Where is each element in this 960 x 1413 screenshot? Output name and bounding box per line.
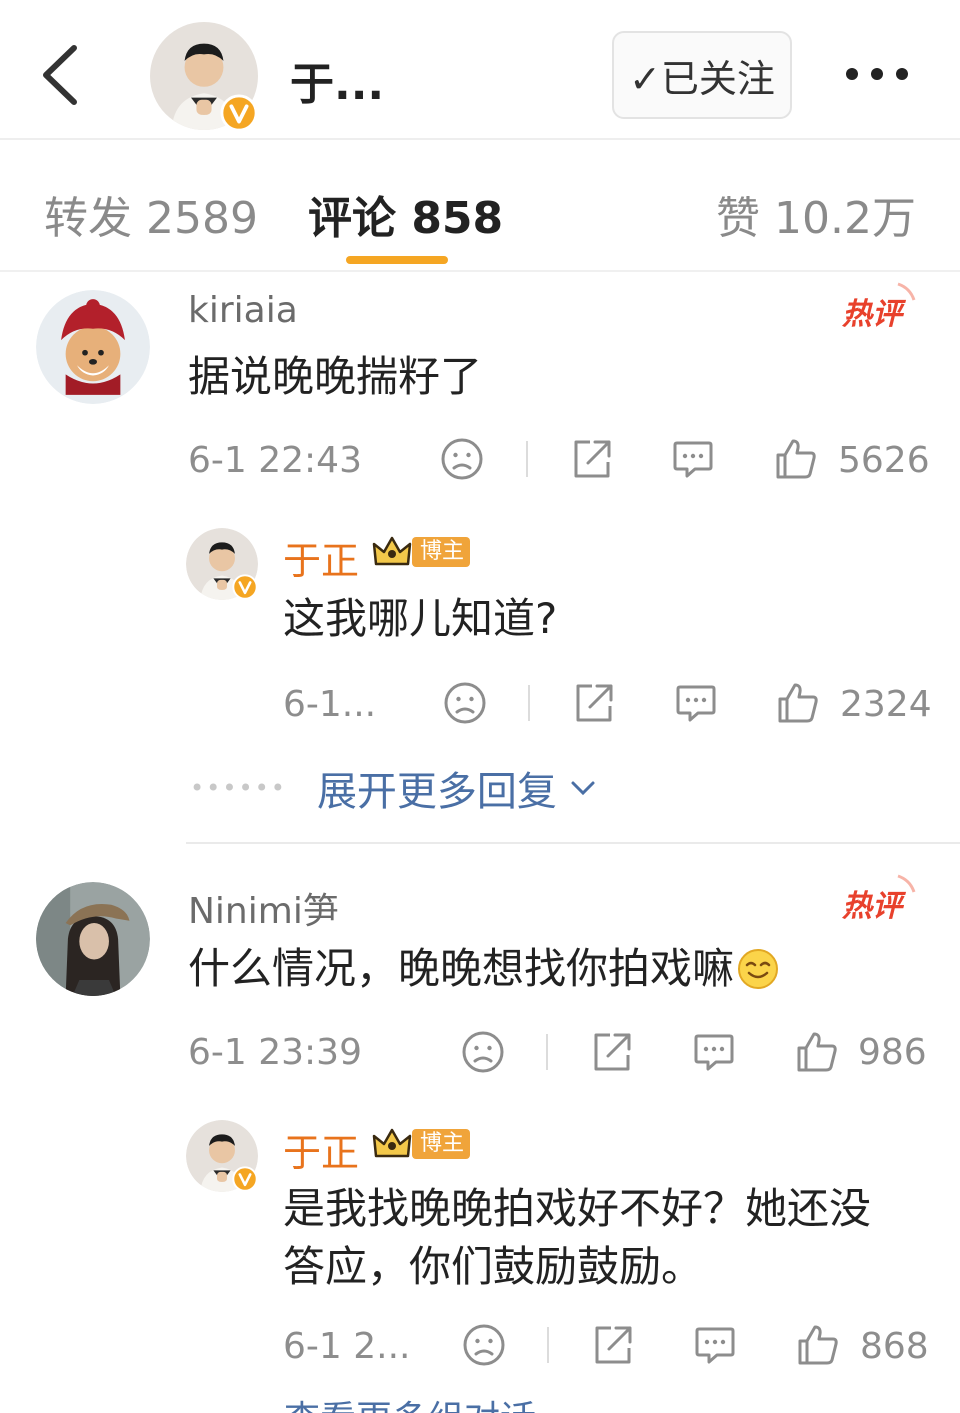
following-button[interactable]: ✓已关注: [612, 31, 792, 119]
commenter-name[interactable]: kiriaia: [188, 290, 298, 331]
active-tab-indicator: [346, 256, 448, 264]
verified-v-icon: [232, 574, 258, 600]
divider: [547, 1327, 549, 1363]
reply-text: 是我找晚晚拍戏好不好？她还没 答应，你们鼓励鼓励。: [283, 1180, 871, 1296]
share-icon[interactable]: [572, 681, 616, 725]
commenter-name[interactable]: Ninimi笋: [188, 882, 339, 934]
profile-avatar[interactable]: [150, 22, 258, 132]
comment-text: 什么情况，晚晚想找你拍戏嘛: [188, 940, 780, 998]
hot-comment-icon: [840, 874, 916, 924]
like-count: 868: [860, 1326, 929, 1367]
verified-v-icon: [220, 94, 258, 132]
verified-v-icon: [232, 1166, 258, 1192]
divider: [526, 441, 528, 477]
tab-bar: 转发 2589 评论 858 赞 10.2万: [0, 142, 960, 272]
comment-time: 6-1 23:39: [188, 1032, 362, 1073]
more-icon: [846, 68, 908, 80]
profile-name[interactable]: 于...: [290, 48, 384, 112]
like-count: 2324: [840, 684, 932, 725]
comment-icon[interactable]: [692, 1030, 736, 1074]
comment-divider: [186, 842, 960, 844]
view-more-conversations-link[interactable]: 查看更多组对话: [284, 1390, 536, 1413]
reply-user-name[interactable]: 于正: [283, 1122, 359, 1177]
reply-time: 6-1 2...: [283, 1326, 411, 1367]
reply-user-name[interactable]: 于正: [283, 530, 359, 585]
divider: [528, 685, 530, 721]
commenter-avatar[interactable]: [36, 290, 150, 404]
share-icon[interactable]: [591, 1323, 635, 1367]
thumb-up-icon[interactable]: [795, 1030, 839, 1074]
comment-icon[interactable]: [671, 437, 715, 481]
thumb-up-icon[interactable]: [774, 437, 818, 481]
like-count: 5626: [838, 440, 930, 481]
tab-likes[interactable]: 赞 10.2万: [716, 182, 916, 246]
dislike-face-icon[interactable]: [443, 681, 487, 725]
hot-comment-icon: [840, 282, 916, 332]
share-icon[interactable]: [570, 437, 614, 481]
commenter-avatar[interactable]: [36, 882, 150, 996]
comment-text-content: 什么情况，晚晚想找你拍戏嘛: [188, 944, 735, 993]
thumb-up-icon[interactable]: [796, 1323, 840, 1367]
dislike-face-icon[interactable]: [440, 437, 484, 481]
reply-time: 6-1...: [283, 684, 377, 725]
thumb-up-icon[interactable]: [776, 681, 820, 725]
reply-text-line: 答应，你们鼓励鼓励。: [283, 1242, 704, 1291]
blogger-badge: 博主: [372, 1126, 472, 1162]
back-button[interactable]: [36, 40, 86, 110]
tab-repost[interactable]: 转发 2589: [44, 182, 258, 246]
like-count: 986: [858, 1032, 927, 1073]
chevron-down-icon: [571, 781, 595, 796]
comment-text: 据说晚晚揣籽了: [188, 352, 483, 401]
expand-replies-button[interactable]: •••••• 展开更多回复: [190, 760, 597, 816]
expand-replies-label: 展开更多回复: [316, 769, 557, 815]
share-icon[interactable]: [590, 1030, 634, 1074]
top-bar: 于... ✓已关注: [0, 0, 960, 140]
blogger-badge: 博主: [372, 534, 472, 570]
back-arrow-icon: [43, 45, 77, 105]
tab-comments[interactable]: 评论 858: [308, 182, 503, 246]
reply-text: 这我哪儿知道?: [283, 594, 558, 643]
blogger-badge-label: 博主: [420, 539, 465, 564]
divider: [546, 1034, 548, 1070]
blogger-badge-label: 博主: [420, 1131, 465, 1156]
reply-text-line: 是我找晚晚拍戏好不好？她还没: [283, 1184, 872, 1233]
dislike-face-icon[interactable]: [462, 1323, 506, 1367]
comment-icon[interactable]: [674, 681, 718, 725]
more-button[interactable]: [842, 52, 912, 96]
smile-emoji-icon: [738, 949, 779, 989]
dislike-face-icon[interactable]: [461, 1030, 505, 1074]
comment-time: 6-1 22:43: [188, 440, 362, 481]
comment-icon[interactable]: [693, 1323, 737, 1367]
dots-decoration: ••••••: [190, 774, 287, 802]
